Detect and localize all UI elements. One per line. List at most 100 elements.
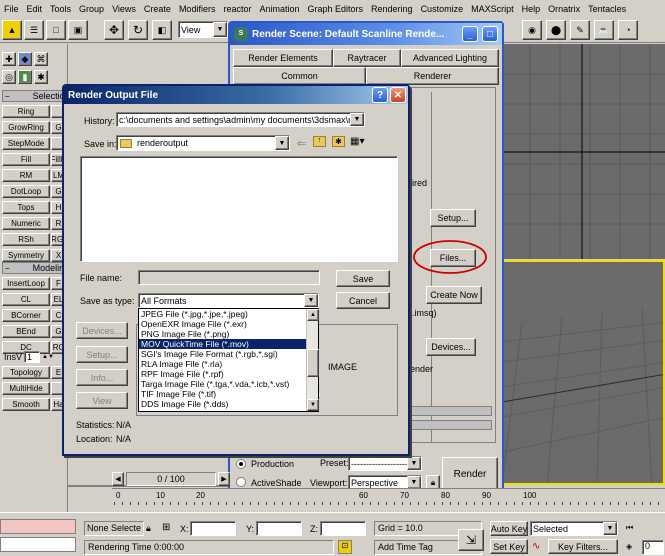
- rotate-icon[interactable]: ↻: [128, 20, 148, 40]
- minimize-icon[interactable]: _: [462, 26, 478, 42]
- tab-render-elements[interactable]: Render Elements: [233, 49, 333, 67]
- menu-item-maxscript[interactable]: MAXScript: [467, 4, 518, 14]
- file-type-option[interactable]: JPEG File (*.jpg,*.jpe,*.jpeg): [139, 309, 306, 319]
- menu-item-graph-editors[interactable]: Graph Editors: [304, 4, 368, 14]
- viewport-top-right[interactable]: [500, 44, 665, 259]
- menu-item-create[interactable]: Create: [140, 4, 175, 14]
- menu-item-ornatrix[interactable]: Ornatrix: [544, 4, 584, 14]
- insv-spinner[interactable]: 1: [24, 351, 41, 363]
- z-coordinate-field[interactable]: [320, 521, 366, 536]
- menu-item-group[interactable]: Group: [75, 4, 108, 14]
- file-type-option[interactable]: RPF Image File (*.rpf): [139, 369, 306, 379]
- file-type-option[interactable]: RLA Image File (*.rla): [139, 359, 306, 369]
- modify-tab-icon[interactable]: ◆: [18, 52, 32, 66]
- x-coordinate-field[interactable]: [190, 521, 236, 536]
- y-coordinate-field[interactable]: [256, 521, 302, 536]
- maxscript-listener[interactable]: [0, 519, 76, 534]
- tool-button-multihide[interactable]: MultiHide: [2, 382, 50, 395]
- setup-button[interactable]: Setup...: [76, 346, 128, 363]
- tab-advanced-lighting[interactable]: Advanced Lighting: [401, 49, 499, 67]
- view-menu-icon[interactable]: ▦▾: [350, 136, 364, 147]
- save-in-dropdown[interactable]: renderoutput ▼: [116, 135, 290, 151]
- file-type-list[interactable]: JPEG File (*.jpg,*.jpe,*.jpeg) OpenEXR Im…: [138, 308, 319, 412]
- next-frame-icon[interactable]: ▶: [218, 472, 230, 486]
- history-dropdown[interactable]: c:\documents and settings\admin\my docum…: [116, 112, 365, 127]
- tab-raytracer[interactable]: Raytracer: [333, 49, 401, 67]
- tool-button-tops[interactable]: Tops: [2, 201, 50, 214]
- select-by-name-icon[interactable]: ☰: [24, 20, 44, 40]
- setup-button[interactable]: Setup...: [430, 209, 476, 227]
- key-filters-button[interactable]: Key Filters...: [548, 539, 618, 554]
- menu-item-animation[interactable]: Animation: [255, 4, 303, 14]
- selection-lock-icon[interactable]: 🔒︎: [146, 523, 151, 534]
- create-now-button[interactable]: Create Now: [426, 286, 482, 304]
- scale-icon[interactable]: ◧: [152, 20, 172, 40]
- activeshade-radio[interactable]: [236, 477, 246, 487]
- help-icon[interactable]: ?: [372, 87, 388, 103]
- display-tab-icon[interactable]: ▮: [18, 70, 32, 84]
- viewport-perspective[interactable]: [500, 260, 665, 485]
- scroll-down-icon[interactable]: ▼: [307, 399, 319, 411]
- file-type-option[interactable]: PNG Image File (*.png): [139, 329, 306, 339]
- modeling-rollout-header[interactable]: − Modeling: [2, 262, 69, 274]
- teapot-icon[interactable]: ◔: [618, 20, 638, 40]
- file-type-option[interactable]: MOV QuickTime File (*.mov): [139, 339, 306, 349]
- tool-button-rm[interactable]: RM: [2, 169, 50, 182]
- tool-button-numeric[interactable]: Numeric: [2, 217, 50, 230]
- create-tab-icon[interactable]: ✚: [2, 52, 16, 66]
- file-type-option[interactable]: Targa Image File (*.tga,*.vda,*.icb,*.vs…: [139, 379, 306, 389]
- menu-item-rendering[interactable]: Rendering: [367, 4, 417, 14]
- move-icon[interactable]: ✥: [104, 20, 124, 40]
- menu-item-edit[interactable]: Edit: [23, 4, 47, 14]
- menu-item-reactor[interactable]: reactor: [219, 4, 255, 14]
- file-type-option[interactable]: SGI's Image File Format (*.rgb,*.sgi): [139, 349, 306, 359]
- file-type-option[interactable]: TIF Image File (*.tif): [139, 389, 306, 399]
- menu-item-tools[interactable]: Tools: [46, 4, 75, 14]
- time-tag-icon[interactable]: ⊡: [338, 540, 352, 554]
- tool-button-rsh[interactable]: RSh: [2, 233, 50, 246]
- production-radio[interactable]: [236, 459, 246, 469]
- set-key-button[interactable]: Set Key: [490, 539, 528, 554]
- hierarchy-tab-icon[interactable]: ⌘: [34, 52, 48, 66]
- tool-button-insertloop[interactable]: InsertLoop: [2, 277, 50, 290]
- file-type-option[interactable]: OpenEXR Image File (*.exr): [139, 319, 306, 329]
- preset-dropdown[interactable]: ------------------- ▼: [348, 456, 422, 471]
- maximize-icon[interactable]: □: [482, 26, 498, 42]
- scroll-up-icon[interactable]: ▲: [307, 309, 319, 321]
- menu-item-views[interactable]: Views: [108, 4, 140, 14]
- scroll-thumb[interactable]: [307, 349, 319, 377]
- goto-start-icon[interactable]: ⏮: [626, 523, 633, 533]
- info-button[interactable]: Info...: [76, 369, 128, 386]
- tool-button-topology[interactable]: Topology: [2, 366, 50, 379]
- quick-render-icon[interactable]: ✎: [570, 20, 590, 40]
- maxscript-output[interactable]: [0, 537, 76, 552]
- time-slider[interactable]: ◀ 0 / 100 ▶: [112, 472, 232, 486]
- menu-item-tentacles[interactable]: Tentacles: [584, 4, 630, 14]
- render-last-icon[interactable]: ☕: [594, 20, 614, 40]
- window-crossing-icon[interactable]: ▣: [68, 20, 88, 40]
- view-button[interactable]: View: [76, 392, 128, 409]
- material-editor-icon[interactable]: ⬤: [546, 20, 566, 40]
- motion-tab-icon[interactable]: ◎: [2, 70, 16, 84]
- back-icon[interactable]: ⇐: [297, 137, 306, 150]
- track-bar[interactable]: 0 10 20 60 70 80 90 100: [112, 488, 665, 505]
- save-button[interactable]: Save: [336, 270, 390, 287]
- render-button[interactable]: Render: [442, 457, 498, 491]
- tool-button-cl[interactable]: CL: [2, 293, 50, 306]
- devices-button[interactable]: Devices...: [426, 338, 476, 356]
- tool-button-dotloop[interactable]: DotLoop: [2, 185, 50, 198]
- tool-button-bend[interactable]: BEnd: [2, 325, 50, 338]
- tab-common[interactable]: Common: [233, 67, 366, 85]
- reference-coord-dropdown[interactable]: View ▼: [178, 21, 228, 38]
- file-name-input[interactable]: [138, 270, 320, 285]
- render-icon[interactable]: ◉: [522, 20, 542, 40]
- rect-select-icon[interactable]: □: [46, 20, 66, 40]
- prev-frame-icon[interactable]: ◀: [112, 472, 124, 486]
- key-mode-icon[interactable]: ∿: [532, 541, 540, 552]
- render-output-titlebar[interactable]: Render Output File: [64, 86, 408, 104]
- list-scrollbar[interactable]: ▲ ▼: [306, 309, 319, 411]
- tool-button-fill[interactable]: Fill: [2, 153, 50, 166]
- cancel-button[interactable]: Cancel: [336, 292, 390, 309]
- select-arrow-icon[interactable]: ▲: [2, 20, 22, 40]
- tool-button-stepmode[interactable]: StepMode: [2, 137, 50, 150]
